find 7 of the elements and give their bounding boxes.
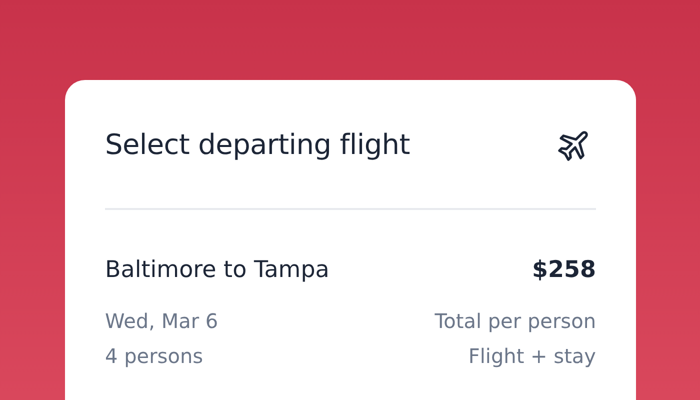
date-text: Wed, Mar 6	[105, 308, 218, 332]
package-text: Flight + stay	[468, 344, 596, 368]
price-note: Total per person	[434, 308, 596, 332]
price-text: $258	[532, 257, 596, 285]
route-text: Baltimore to Tampa	[105, 257, 330, 285]
card-title: Select departing flight	[105, 128, 410, 160]
persons-text: 4 persons	[105, 344, 204, 368]
